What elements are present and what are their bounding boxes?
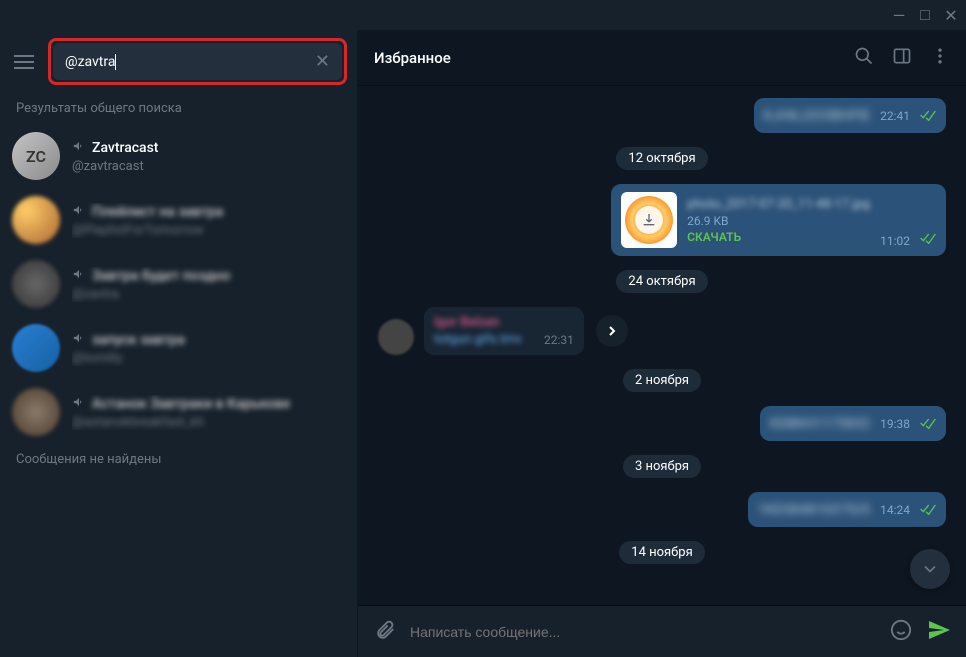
result-title: Астанок Завтраки в Карькове: [92, 396, 290, 412]
search-result-item[interactable]: Астанок Завтраки в Карькове @astanokbrea…: [0, 380, 357, 444]
result-handle: @PlaylistForTomorrow: [72, 223, 204, 238]
download-icon: [635, 206, 663, 234]
result-handle: @tomilly: [72, 351, 122, 366]
date-divider: 24 октября: [616, 270, 707, 293]
more-button[interactable]: [930, 46, 950, 70]
result-title: Завтра будет поздно: [92, 268, 230, 284]
file-name: photo_2017-07-20_11-48-17.jpg: [687, 197, 870, 212]
message-sender: Igor Belzan: [434, 315, 574, 330]
message-text: KJHKJ2O3BHFIE: [764, 108, 871, 124]
forward-chevron-button[interactable]: [596, 315, 628, 347]
message-out[interactable]: 1KD38481037525 14:24: [748, 492, 946, 527]
read-checks-icon: [920, 229, 936, 248]
result-title: запуск завтра: [92, 332, 185, 348]
result-handle: @zavtracast: [72, 159, 345, 174]
emoji-button[interactable]: [890, 619, 912, 645]
date-divider: 2 ноября: [623, 369, 701, 392]
megaphone-icon: [72, 139, 86, 157]
avatar: [12, 388, 60, 436]
message-out-file[interactable]: photo_2017-07-20_11-48-17.jpg 26.9 KB СК…: [611, 184, 946, 256]
messages-list[interactable]: KJHKJ2O3BHFIE 22:41 12 октября photo_201…: [358, 86, 966, 605]
megaphone-icon: [72, 203, 86, 221]
megaphone-icon: [72, 331, 86, 349]
chat-header: Избранное: [358, 30, 966, 86]
no-messages-label: Сообщения не найдены: [0, 444, 357, 475]
date-divider: 12 октября: [616, 147, 707, 170]
message-text: 1KD38481037525: [758, 502, 870, 518]
titlebar: — □ ✕: [0, 0, 966, 30]
sidebar: @zavtra ✕ Результаты общего поиска ZC Za…: [0, 30, 358, 657]
minimize-button[interactable]: —: [892, 8, 906, 22]
message-time: 22:41: [880, 109, 910, 123]
file-thumbnail[interactable]: [621, 192, 677, 248]
scroll-down-button[interactable]: [910, 549, 950, 589]
message-time: 19:38: [880, 417, 910, 431]
message-input[interactable]: [410, 624, 876, 640]
megaphone-icon: [72, 267, 86, 285]
search-result-item[interactable]: Завтра будет поздно @zavtra: [0, 252, 357, 316]
result-title: Плейлист на завтра: [92, 204, 223, 220]
menu-button[interactable]: [10, 48, 38, 76]
avatar: [12, 196, 60, 244]
search-result-item[interactable]: Плейлист на завтра @PlaylistForTomorrow: [0, 188, 357, 252]
search-result-item[interactable]: ZC Zavtracast @zavtracast: [0, 124, 357, 188]
search-highlight: @zavtra ✕: [48, 38, 347, 85]
read-checks-icon: [920, 414, 936, 433]
message-time: 11:02: [880, 234, 910, 248]
result-handle: @astanokbreakfast_kh: [72, 415, 204, 430]
close-window-button[interactable]: ✕: [944, 8, 958, 22]
megaphone-icon: [72, 395, 86, 413]
download-button[interactable]: СКАЧАТЬ: [687, 230, 870, 244]
search-result-item[interactable]: запуск завтра @tomilly: [0, 316, 357, 380]
avatar: [378, 319, 414, 355]
message-text: KDBKH1175832: [770, 416, 871, 432]
composer: [358, 605, 966, 657]
send-button[interactable]: [926, 618, 950, 646]
message-out[interactable]: KJHKJ2O3BHFIE 22:41: [754, 98, 946, 133]
search-chat-button[interactable]: [854, 46, 874, 70]
message-link[interactable]: totgun.gifs.tmv: [434, 332, 524, 347]
result-title: Zavtracast: [92, 140, 158, 156]
maximize-button[interactable]: □: [918, 8, 932, 22]
file-size: 26.9 KB: [687, 214, 870, 228]
date-divider: 3 ноября: [623, 455, 701, 478]
clear-search-button[interactable]: ✕: [315, 51, 330, 72]
attach-button[interactable]: [374, 619, 396, 645]
message-time: 14:24: [880, 503, 910, 517]
date-divider: 14 ноября: [619, 541, 704, 564]
results-header: Результаты общего поиска: [0, 93, 357, 124]
message-out[interactable]: KDBKH1175832 19:38: [760, 406, 946, 441]
search-input[interactable]: @zavtra: [65, 54, 115, 70]
message-time: 22:31: [544, 333, 574, 347]
message-in[interactable]: Igor Belzan totgun.gifs.tmv 22:31: [378, 307, 584, 355]
read-checks-icon: [920, 500, 936, 519]
avatar: [12, 324, 60, 372]
sidebar-toggle-button[interactable]: [892, 46, 912, 70]
result-handle: @zavtra: [72, 287, 119, 302]
avatar: ZC: [12, 132, 60, 180]
avatar: [12, 260, 60, 308]
read-checks-icon: [920, 106, 936, 125]
chat-title: Избранное: [374, 49, 854, 67]
